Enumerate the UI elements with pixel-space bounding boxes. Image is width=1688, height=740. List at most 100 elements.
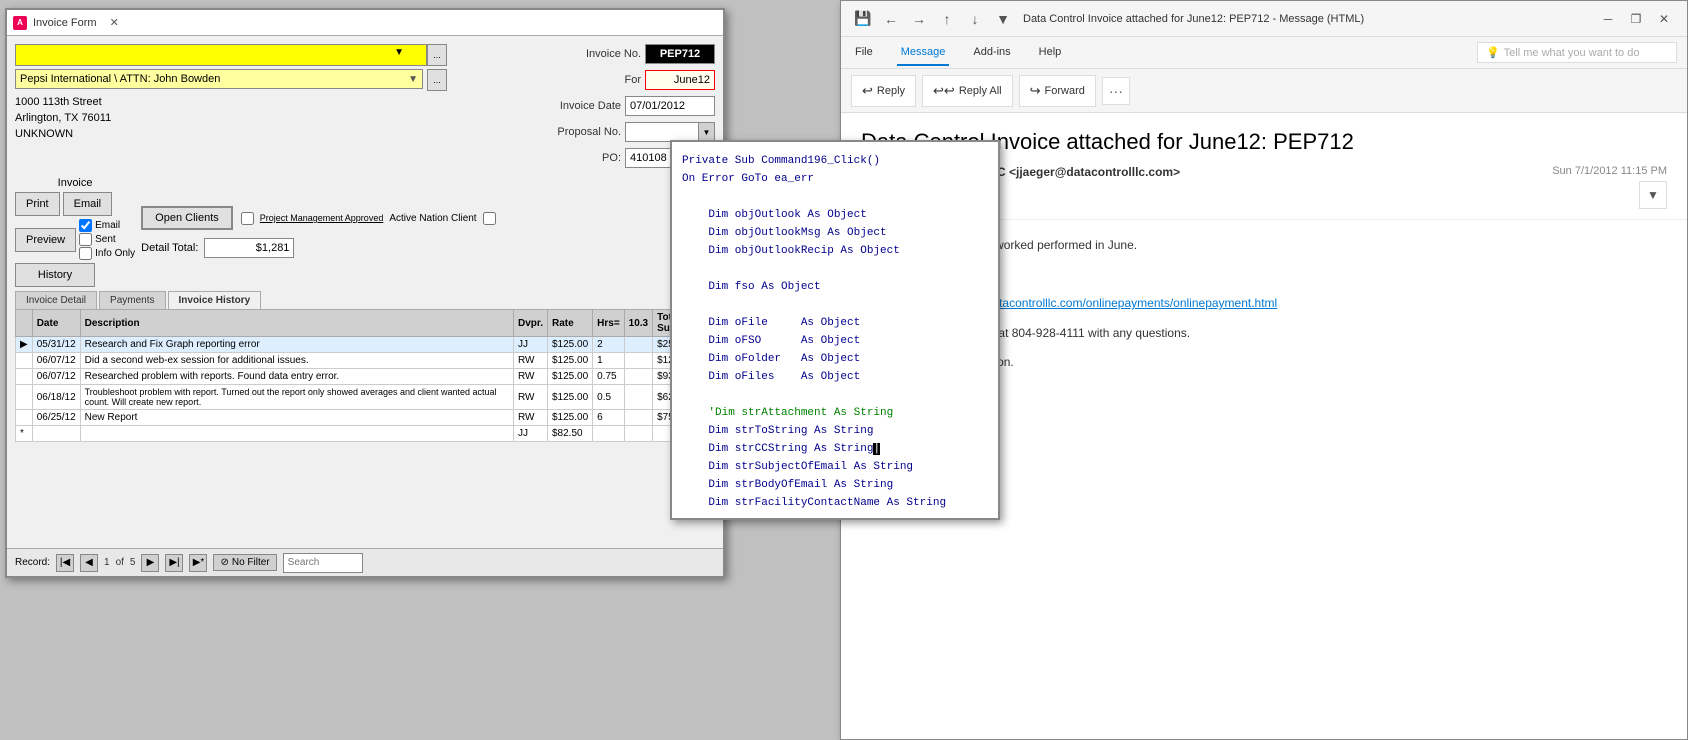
forward-icon-button[interactable]: →: [907, 7, 931, 31]
tab-payments[interactable]: Payments: [99, 291, 165, 309]
code-line-19: Dim strBodyOfEmail As String: [682, 476, 988, 494]
code-line-11: Dim oFSO As Object: [682, 332, 988, 350]
tab-invoice-history[interactable]: Invoice History: [168, 291, 262, 309]
ribbon-tab-addins[interactable]: Add-ins: [969, 40, 1014, 66]
ribbon-tab-file[interactable]: File: [851, 40, 877, 66]
row-desc: Troubleshoot problem with report. Turned…: [80, 385, 513, 410]
row-desc-new: [80, 426, 513, 442]
po-label: PO:: [541, 152, 621, 164]
reply-button[interactable]: ↩ Reply: [851, 75, 916, 107]
row-new-marker: *: [16, 426, 33, 442]
row-dvpr: JJ: [513, 337, 547, 353]
client-dropdown[interactable]: ▼: [15, 44, 427, 66]
invoice-no-value: PEP712: [645, 44, 715, 64]
info-only-checkbox[interactable]: [79, 247, 92, 260]
open-clients-button[interactable]: Open Clients: [141, 206, 233, 230]
row-103: [624, 337, 652, 353]
col-rate: Rate: [547, 310, 592, 337]
client-lookup-button[interactable]: ...: [427, 69, 447, 91]
search-input[interactable]: [283, 553, 363, 573]
invoice-close-button[interactable]: ✕: [107, 16, 122, 29]
email-window-title: Data Control Invoice attached for June12…: [1023, 13, 1587, 25]
invoice-label: Invoice: [15, 177, 135, 189]
tab-invoice-detail[interactable]: Invoice Detail: [15, 291, 97, 309]
expand-header-button[interactable]: ▼: [1639, 181, 1667, 209]
table-row[interactable]: 06/07/12 Researched problem with reports…: [16, 369, 715, 385]
lightbulb-icon: 💡: [1486, 46, 1500, 59]
col-date: Date: [32, 310, 80, 337]
row-date-new: [32, 426, 80, 442]
nav-new-button[interactable]: ▶*: [189, 554, 207, 572]
back-icon-button[interactable]: ←: [879, 7, 903, 31]
history-button[interactable]: History: [15, 263, 95, 287]
invoice-date-value: 07/01/2012: [625, 96, 715, 116]
preview-button[interactable]: Preview: [15, 228, 76, 252]
row-103: [624, 410, 652, 426]
row-arrow: [16, 353, 33, 369]
up-icon-button[interactable]: ↑: [935, 7, 959, 31]
ribbon-tab-help[interactable]: Help: [1035, 40, 1066, 66]
code-line-7: [682, 260, 988, 278]
record-of: of: [116, 557, 124, 568]
nav-next-button[interactable]: ▶: [141, 554, 159, 572]
more-icon-button[interactable]: ▼: [991, 7, 1015, 31]
reply-all-button[interactable]: ↩↩ Reply All: [922, 75, 1013, 107]
email-close-button[interactable]: ✕: [1651, 8, 1677, 30]
code-line-16: Dim strToString As String: [682, 422, 988, 440]
sent-checkbox[interactable]: [79, 233, 92, 246]
client-expand-button[interactable]: ...: [427, 44, 447, 66]
code-line-8: Dim fso As Object: [682, 278, 988, 296]
table-row[interactable]: ▶ 05/31/12 Research and Fix Graph report…: [16, 337, 715, 353]
col-hrs: Hrs=: [593, 310, 625, 337]
row-date: 06/18/12: [32, 385, 80, 410]
reply-icon: ↩: [862, 83, 873, 99]
table-row[interactable]: 06/25/12 New Report RW $125.00 6 $750.00: [16, 410, 715, 426]
info-only-checkbox-row: Info Only: [79, 247, 135, 260]
record-label: Record:: [15, 557, 50, 568]
ribbon-tab-message[interactable]: Message: [897, 40, 950, 66]
print-button[interactable]: Print: [15, 192, 60, 216]
row-hrs: 0.75: [593, 369, 625, 385]
code-line-18: Dim strSubjectOfEmail As String: [682, 458, 988, 476]
project-mgmt-checkbox[interactable]: [241, 212, 254, 225]
email-button[interactable]: Email: [63, 192, 113, 216]
proposal-dropdown-arrow[interactable]: ▼: [698, 123, 714, 141]
reply-all-icon: ↩↩: [933, 83, 955, 99]
code-line-17: Dim strCCString As String|: [682, 440, 988, 458]
row-arrow: [16, 385, 33, 410]
col-103: 10.3: [624, 310, 652, 337]
save-icon-button[interactable]: 💾: [851, 7, 875, 31]
nav-prev-button[interactable]: ◀: [80, 554, 98, 572]
row-rate: $125.00: [547, 337, 592, 353]
email-restore-button[interactable]: ❐: [1623, 8, 1649, 30]
table-row[interactable]: 06/07/12 Did a second web-ex session for…: [16, 353, 715, 369]
table-row-new[interactable]: * JJ $82.50: [16, 426, 715, 442]
code-line-9: [682, 296, 988, 314]
filter-icon: ⊘: [220, 557, 228, 568]
forward-button[interactable]: ↪ Forward: [1019, 75, 1096, 107]
invoice-table: Date Description Dvpr. Rate Hrs= 10.3 To…: [15, 309, 715, 442]
no-filter-label: No Filter: [232, 557, 270, 568]
row-desc: New Report: [80, 410, 513, 426]
row-dvpr: RW: [513, 410, 547, 426]
nav-last-button[interactable]: ▶|: [165, 554, 183, 572]
tell-me-box[interactable]: 💡 Tell me what you want to do: [1477, 42, 1677, 63]
email-date: Sun 7/1/2012 11:15 PM: [1552, 165, 1667, 177]
row-rate: $125.00: [547, 385, 592, 410]
recipient-info: To: @pepsico.com': [907, 179, 1542, 191]
app-icon: A: [13, 16, 27, 30]
email-checkbox[interactable]: [79, 219, 92, 232]
project-mgmt-label: Project Management Approved: [260, 213, 384, 223]
invoice-form-window: A Invoice Form ✕ ▼ ... P: [5, 8, 725, 578]
forward-label: Forward: [1045, 85, 1085, 97]
no-filter-button[interactable]: ⊘ No Filter: [213, 554, 276, 571]
row-date: 06/07/12: [32, 353, 80, 369]
code-line-13: Dim oFiles As Object: [682, 368, 988, 386]
row-desc: Research and Fix Graph reporting error: [80, 337, 513, 353]
active-nation-checkbox[interactable]: [483, 212, 496, 225]
nav-first-button[interactable]: |◀: [56, 554, 74, 572]
table-row[interactable]: 06/18/12 Troubleshoot problem with repor…: [16, 385, 715, 410]
email-minimize-button[interactable]: ─: [1595, 8, 1621, 30]
down-icon-button[interactable]: ↓: [963, 7, 987, 31]
more-actions-button[interactable]: ···: [1102, 77, 1130, 105]
